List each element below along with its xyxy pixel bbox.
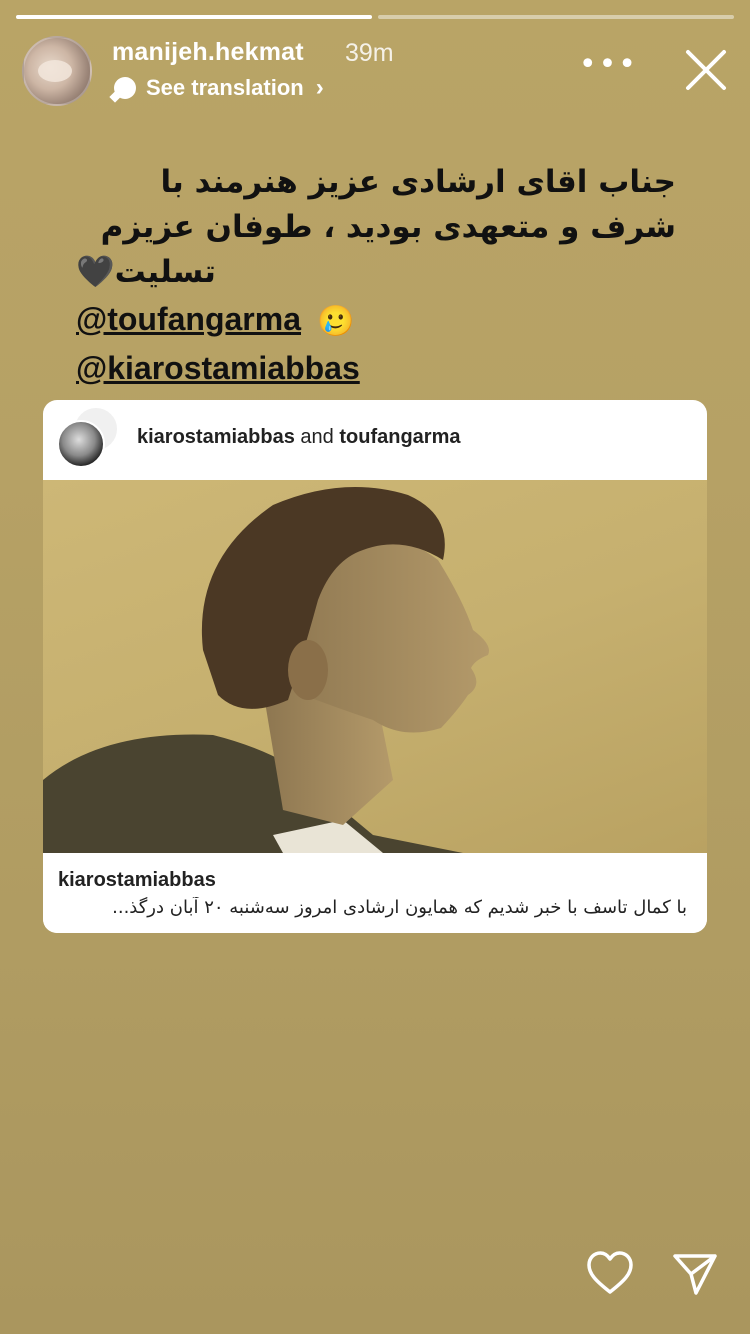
avatar-image xyxy=(38,60,72,82)
card-authors: kiarostamiabbas and toufangarma xyxy=(137,426,460,449)
story-text: جناب اقای ارشادی عزیز هنرمند با شرف و مت… xyxy=(76,160,676,391)
post-photo xyxy=(43,480,707,853)
see-translation-button[interactable]: See translation › xyxy=(114,74,324,102)
close-icon[interactable] xyxy=(684,48,728,92)
heart-icon[interactable] xyxy=(586,1250,634,1296)
chevron-right-icon: › xyxy=(315,74,324,101)
crying-emoji: 🥲 xyxy=(317,305,355,339)
send-icon[interactable] xyxy=(672,1252,718,1296)
story-text-line-2: شرف و متعهدی بودید ، طوفان عزیزم xyxy=(100,209,676,245)
mention-toufangarma[interactable]: @toufangarma 🥲 xyxy=(76,297,676,344)
story-header: manijeh.hekmat 39m See translation › ••• xyxy=(22,36,728,106)
shared-post-card[interactable]: kiarostamiabbas and toufangarma kiarosta… xyxy=(43,400,707,933)
author-avatar xyxy=(57,420,105,468)
see-translation-label: See translation xyxy=(146,75,304,100)
story-progress xyxy=(16,15,734,19)
story-text-line-1: جناب اقای ارشادی عزیز هنرمند با xyxy=(160,164,677,200)
post-time: 39m xyxy=(345,39,394,67)
caption-text: با کمال تاسف با خبر شدیم که همایون ارشاد… xyxy=(112,897,687,918)
username[interactable]: manijeh.hekmat xyxy=(112,38,304,67)
progress-segment-1 xyxy=(16,15,372,19)
mention-kiarostamiabbas[interactable]: @kiarostamiabbas xyxy=(76,346,676,391)
portrait-illustration xyxy=(43,487,489,853)
author-2: toufangarma xyxy=(339,426,461,448)
avatar[interactable] xyxy=(22,36,92,106)
story-text-line-3: تسلیت🖤 xyxy=(76,254,216,290)
mention-label-1: @toufangarma xyxy=(76,301,301,337)
author-1: kiarostamiabbas xyxy=(137,426,295,448)
author-joiner: and xyxy=(300,426,334,448)
more-dots-icon[interactable]: ••• xyxy=(579,50,638,80)
card-header: kiarostamiabbas and toufangarma xyxy=(43,400,707,481)
progress-segment-2 xyxy=(378,15,734,19)
card-footer: kiarostamiabbas با کمال تاسف با خبر شدیم… xyxy=(43,853,707,933)
progress-fill-1 xyxy=(16,15,372,19)
caption-username: kiarostamiabbas xyxy=(58,869,216,891)
speech-bubble-icon xyxy=(114,77,136,99)
